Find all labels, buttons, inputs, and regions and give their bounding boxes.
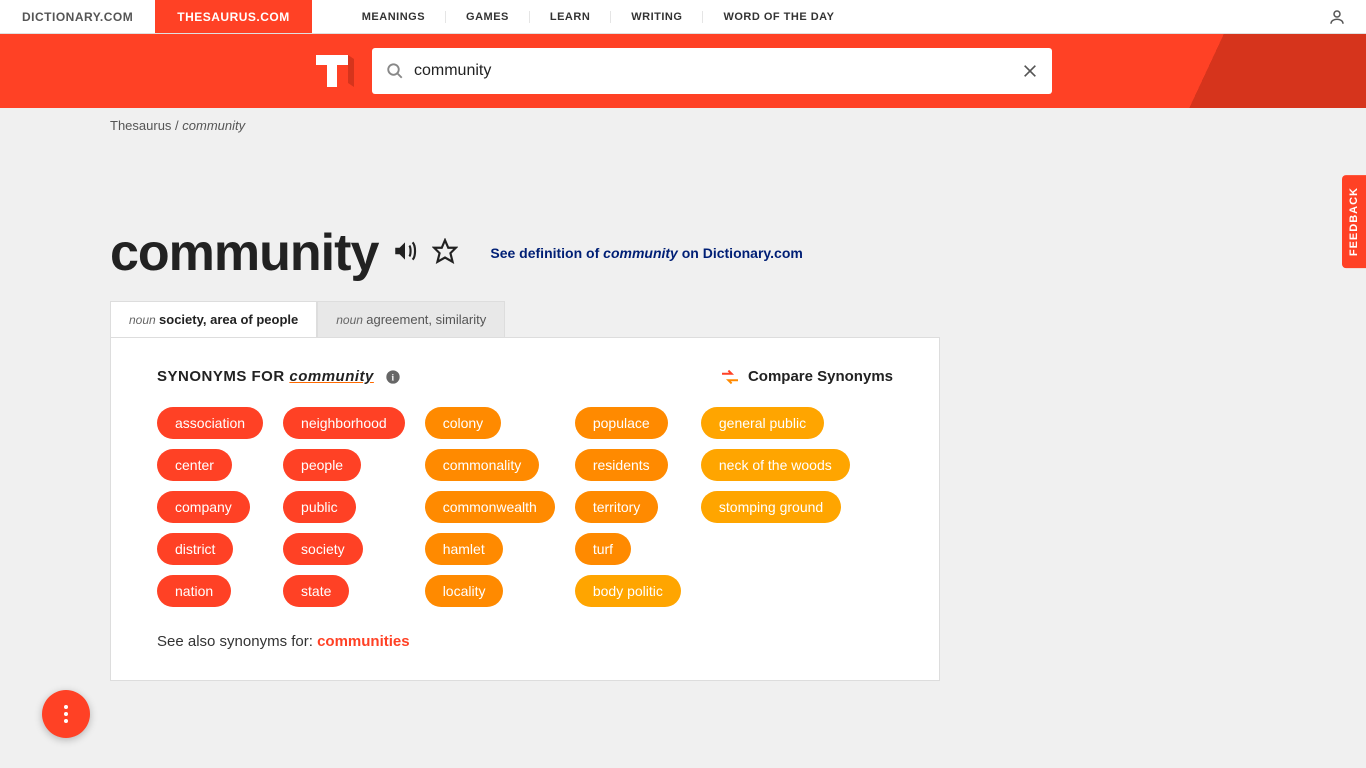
definition-link[interactable]: See definition of community on Dictionar… — [490, 245, 802, 261]
synonym-pill-hamlet[interactable]: hamlet — [425, 533, 503, 565]
synonym-pill-general-public[interactable]: general public — [701, 407, 824, 439]
synonym-pill-society[interactable]: society — [283, 533, 363, 565]
synonyms-title-word: community — [289, 368, 374, 385]
svg-text:i: i — [391, 373, 394, 383]
main-content: community See definition of community on… — [0, 133, 960, 681]
synonym-pill-district[interactable]: district — [157, 533, 233, 565]
synonyms-title: SYNONYMS FOR community i — [157, 368, 401, 385]
synonym-column-0: association center company district nation — [157, 407, 263, 607]
synonym-pill-turf[interactable]: turf — [575, 533, 631, 565]
star-icon[interactable] — [432, 238, 458, 269]
breadcrumb-current: community — [182, 118, 245, 133]
search-icon — [386, 62, 404, 80]
search-box — [372, 48, 1052, 94]
audio-icon[interactable] — [392, 238, 418, 269]
synonym-pill-neck-of-the-woods[interactable]: neck of the woods — [701, 449, 850, 481]
definition-link-suffix: on Dictionary.com — [678, 245, 803, 261]
brand-tab-thesaurus-com[interactable]: THESAURUS.COM — [155, 0, 312, 33]
more-vertical-icon — [64, 705, 68, 723]
sense-tab-1[interactable]: noun agreement, similarity — [317, 301, 505, 337]
clear-icon[interactable] — [1022, 63, 1038, 79]
synonyms-header: SYNONYMS FOR community i Compare Synonym… — [157, 368, 893, 385]
see-also-prefix: See also synonyms for: — [157, 633, 317, 650]
synonym-pill-body-politic[interactable]: body politic — [575, 575, 681, 607]
info-icon[interactable]: i — [385, 369, 401, 385]
see-also: See also synonyms for: communities — [157, 633, 893, 650]
fab-menu-button[interactable] — [42, 690, 90, 738]
synonym-pill-residents[interactable]: residents — [575, 449, 668, 481]
sense-tab-pos: noun — [129, 313, 159, 327]
synonym-pill-association[interactable]: association — [157, 407, 263, 439]
top-nav: DICTIONARY.COMTHESAURUS.COM MEANINGSGAME… — [0, 0, 1366, 34]
synonym-column-2: colony commonality commonwealth hamlet local… — [425, 407, 555, 607]
compare-arrows-icon — [720, 369, 740, 385]
nav-link-learn[interactable]: LEARN — [530, 11, 611, 23]
breadcrumb: Thesaurus / community — [0, 108, 1366, 133]
compare-synonyms-button[interactable]: Compare Synonyms — [720, 368, 893, 385]
synonym-pill-colony[interactable]: colony — [425, 407, 501, 439]
synonym-pill-company[interactable]: company — [157, 491, 250, 523]
user-icon[interactable] — [1328, 8, 1346, 31]
brand-tab-dictionary-com[interactable]: DICTIONARY.COM — [0, 0, 155, 33]
see-also-link[interactable]: communities — [317, 633, 410, 650]
thesaurus-logo-icon[interactable] — [310, 49, 354, 93]
brand-tabs: DICTIONARY.COMTHESAURUS.COM — [0, 0, 312, 33]
synonyms-card: SYNONYMS FOR community i Compare Synonym… — [110, 337, 940, 681]
search-input[interactable] — [414, 62, 1022, 80]
synonym-column-3: populace residents territory turf body polit… — [575, 407, 681, 607]
headword: community — [110, 223, 378, 283]
synonym-pill-public[interactable]: public — [283, 491, 356, 523]
synonym-pill-state[interactable]: state — [283, 575, 349, 607]
synonym-column-4: general public neck of the woods stomping … — [701, 407, 850, 607]
synonym-pill-commonality[interactable]: commonality — [425, 449, 540, 481]
synonym-pill-commonwealth[interactable]: commonwealth — [425, 491, 555, 523]
sense-tab-def: agreement, similarity — [366, 312, 486, 327]
synonym-pill-people[interactable]: people — [283, 449, 361, 481]
sense-tab-pos: noun — [336, 313, 366, 327]
synonyms-grid: association center company district nation ne… — [157, 407, 893, 607]
synonym-pill-territory[interactable]: territory — [575, 491, 658, 523]
breadcrumb-root[interactable]: Thesaurus — [110, 118, 171, 133]
nav-link-meanings[interactable]: MEANINGS — [342, 11, 446, 23]
synonym-pill-neighborhood[interactable]: neighborhood — [283, 407, 405, 439]
nav-links: MEANINGSGAMESLEARNWRITINGWORD OF THE DAY — [342, 11, 855, 23]
nav-link-word-of-the-day[interactable]: WORD OF THE DAY — [703, 11, 854, 23]
synonym-pill-stomping-ground[interactable]: stomping ground — [701, 491, 841, 523]
synonym-pill-populace[interactable]: populace — [575, 407, 668, 439]
sense-tab-def: society, area of people — [159, 312, 298, 327]
synonym-pill-locality[interactable]: locality — [425, 575, 504, 607]
definition-link-prefix: See definition of — [490, 245, 603, 261]
synonym-pill-center[interactable]: center — [157, 449, 232, 481]
feedback-tab[interactable]: FEEDBACK — [1342, 175, 1366, 268]
nav-link-writing[interactable]: WRITING — [611, 11, 703, 23]
nav-link-games[interactable]: GAMES — [446, 11, 530, 23]
synonym-pill-nation[interactable]: nation — [157, 575, 231, 607]
synonym-column-1: neighborhood people public society state — [283, 407, 405, 607]
synonyms-title-prefix: SYNONYMS FOR — [157, 368, 289, 385]
compare-synonyms-label: Compare Synonyms — [748, 368, 893, 385]
headword-row: community See definition of community on… — [110, 223, 960, 283]
search-bar — [0, 34, 1366, 108]
definition-link-word: community — [603, 245, 678, 261]
sense-tab-0[interactable]: noun society, area of people — [110, 301, 317, 337]
sense-tabs: noun society, area of peoplenoun agreeme… — [110, 301, 960, 337]
